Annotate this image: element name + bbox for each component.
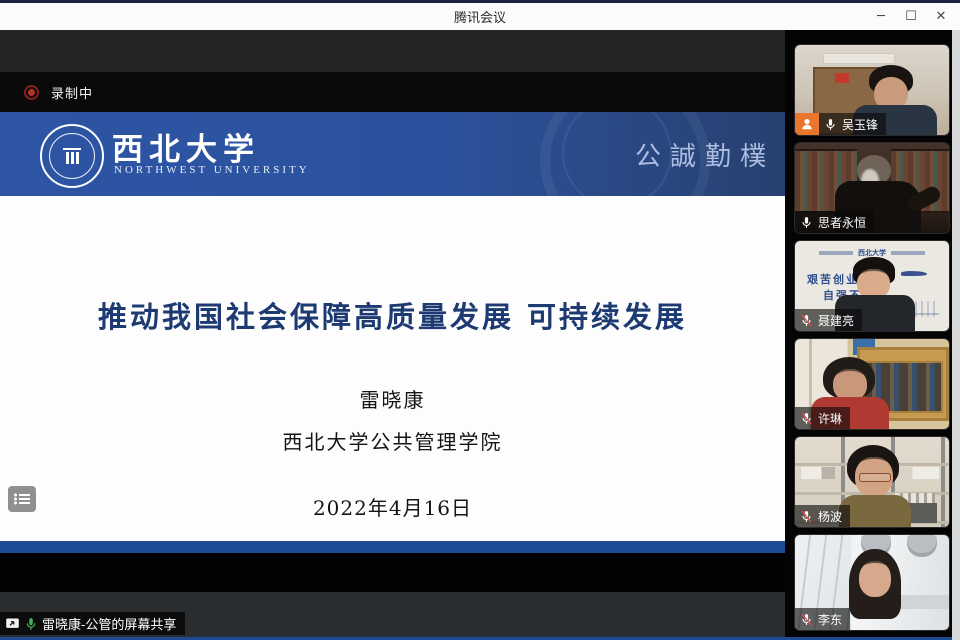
participant-tile-lidong[interactable]: 李东 [794,534,950,631]
participant-tile-yangbo[interactable]: 杨波 [794,436,950,528]
bottom-black-strip [0,553,785,592]
recording-label: 录制中 [51,83,93,102]
mic-icon [800,216,813,229]
participant-label: 杨波 [795,505,850,527]
university-name-en: NORTHWEST UNIVERSITY [114,164,310,176]
participant-label: 李东 [795,608,850,630]
slide-presenter: 雷晓康 [0,384,785,413]
participant-name: 吴玉锋 [842,116,878,133]
participant-tile-xulin[interactable]: 许琳 [794,338,950,430]
close-button[interactable]: ✕ [926,3,956,30]
minimize-button[interactable]: ─ [866,3,896,30]
participant-tile-sizheyongheng[interactable]: 思者永恒 [794,142,950,234]
window-edge-strip[interactable] [952,30,960,640]
scene-shape [901,271,927,276]
participant-label: 聂建亮 [795,309,862,331]
university-motto: 公誠勤樸 [635,136,775,173]
scene-shape [819,251,853,255]
slide-title: 推动我国社会保障高质量发展 可持续发展 [0,294,785,336]
participant-label: 许琳 [795,407,850,429]
recording-banner: 录制中 [0,72,785,112]
screen-share-icon [5,616,20,631]
university-seal-icon [40,124,104,188]
participant-name: 许琳 [818,410,842,427]
university-seal-inner [49,133,95,179]
presenter-mic-icon [24,617,38,631]
screen-share-area: 录制中 西北大学 NORTHWEST UNIVERSITY 公誠勤樸 推动我国社… [0,30,785,640]
participants-sidebar: 吴玉锋 思 [785,30,952,640]
recording-icon [24,85,39,100]
participant-name: 聂建亮 [818,312,854,329]
mic-muted-icon [800,412,813,425]
mic-muted-icon [800,613,813,626]
scene-shape [859,473,891,482]
slide-department: 西北大学公共管理学院 [0,426,785,455]
titlebar[interactable]: 腾讯会议 ─ ☐ ✕ [0,3,960,31]
scene-shape [835,73,849,83]
participant-name: 李东 [818,611,842,628]
participant-name: 思者永恒 [818,214,866,231]
slide-header-banner: 西北大学 NORTHWEST UNIVERSITY 公誠勤樸 [0,112,785,196]
share-banner: 雷晓康-公管的屏幕共享 [0,612,185,635]
window-controls: ─ ☐ ✕ [866,3,956,30]
participant-label: 吴玉锋 [795,113,886,135]
scene-shape [907,535,937,557]
maximize-button[interactable]: ☐ [896,3,926,30]
scene-shape [823,53,895,64]
university-name-cn: 西北大学 [112,124,260,169]
presentation-slide: 西北大学 NORTHWEST UNIVERSITY 公誠勤樸 推动我国社会保障高… [0,112,785,553]
scene-shape [895,467,939,479]
participant-label: 思者永恒 [795,211,874,233]
slide-date: 2022年4月16日 [0,492,785,521]
virtual-bg-slogan-line1: 艰苦创业 [807,271,859,287]
top-dark-bar [0,30,785,72]
scene-shape [859,561,891,597]
mic-muted-icon [800,314,813,327]
scene-shape [891,251,925,255]
meeting-window: 腾讯会议 ─ ☐ ✕ 录制中 西北大学 NORTHWEST UNIVE [0,0,960,640]
share-banner-label: 雷晓康-公管的屏幕共享 [42,614,176,633]
side-list-toggle-button[interactable] [8,486,36,512]
participant-tile-wuyufeng[interactable]: 吴玉锋 [794,44,950,136]
participant-tile-niejianliang[interactable]: 西北大学 艰苦创业 自强不 [794,240,950,332]
mic-muted-icon [800,510,813,523]
scene-shape [801,467,835,479]
participant-name: 杨波 [818,508,842,525]
active-speaker-icon [795,113,819,135]
university-seal-core [63,148,81,164]
list-icon [14,493,30,505]
window-title: 腾讯会议 [454,7,506,26]
slide-footer-bar [0,541,785,553]
mic-icon [824,118,837,131]
scene-shape [899,595,949,609]
